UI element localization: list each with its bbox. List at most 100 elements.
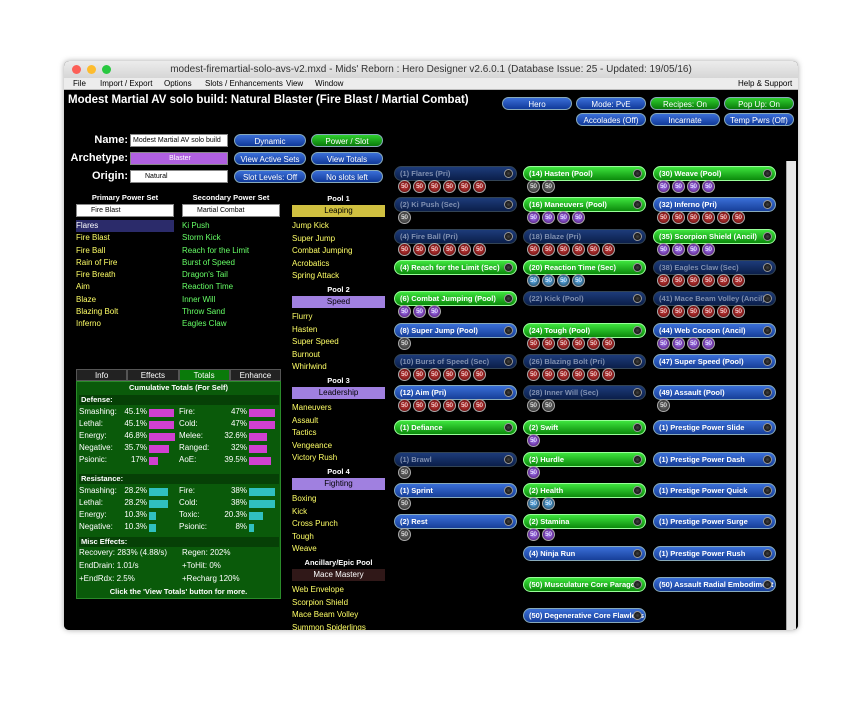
enhancement-icon[interactable]: 50: [602, 336, 615, 350]
power-slot[interactable]: (35) Scorpion Shield (Ancil): [653, 228, 776, 244]
name-input[interactable]: Modest Martial AV solo build: [130, 134, 228, 147]
recipes-button[interactable]: Recipes: On: [650, 97, 720, 110]
primary-power-item[interactable]: Fire Ball: [76, 245, 174, 257]
enhancement-icon[interactable]: 50: [443, 180, 456, 193]
enhancement-icon[interactable]: 50: [398, 528, 411, 542]
accolades-button[interactable]: Accolades (Off): [576, 113, 646, 126]
pool-select[interactable]: Leadership: [292, 387, 385, 399]
slot-toggle-icon[interactable]: [763, 325, 772, 335]
power-slot[interactable]: (1) Defiance: [394, 420, 517, 436]
slot-toggle-icon[interactable]: [633, 388, 642, 398]
enhancement-icon[interactable]: 50: [572, 336, 585, 350]
enhancement-icon[interactable]: 50: [413, 242, 426, 256]
power-slot[interactable]: (4) Fire Ball (Pri): [394, 228, 517, 244]
pool-power-item[interactable]: Summon Spiderlings: [292, 622, 366, 630]
power-slot[interactable]: (28) Inner Will (Sec): [523, 385, 646, 401]
slot-toggle-icon[interactable]: [504, 517, 513, 527]
slot-toggle-icon[interactable]: [763, 169, 772, 178]
power-slot[interactable]: (44) Web Cocoon (Ancil): [653, 322, 776, 338]
pool-power-item[interactable]: Super Speed: [292, 336, 339, 349]
slot-toggle-icon[interactable]: [763, 231, 772, 241]
slot-toggle-icon[interactable]: [763, 517, 772, 527]
pool-power-item[interactable]: Web Envelope: [292, 584, 366, 597]
minimize-button[interactable]: [87, 65, 96, 74]
power-slot[interactable]: (1) Brawl: [394, 451, 517, 467]
pool-power-item[interactable]: Tough: [292, 531, 338, 544]
enhancement-icon[interactable]: 50: [687, 180, 700, 193]
secondary-power-item[interactable]: Reaction Time: [182, 281, 280, 293]
enhancement-icon[interactable]: 50: [687, 211, 700, 225]
power-slot[interactable]: (2) Swift: [523, 420, 646, 436]
enhancement-icon[interactable]: 50: [672, 180, 685, 193]
slot-toggle-icon[interactable]: [633, 548, 642, 558]
enhancement-icon[interactable]: 50: [657, 273, 670, 287]
enhancement-icon[interactable]: 50: [587, 242, 600, 256]
secondary-power-item[interactable]: Storm Kick: [182, 232, 280, 244]
power-slot[interactable]: (47) Super Speed (Pool): [653, 353, 776, 369]
slot-toggle-icon[interactable]: [763, 262, 772, 272]
enhancement-icon[interactable]: 50: [542, 336, 555, 350]
view-totals-button[interactable]: View Totals: [311, 152, 383, 165]
enhancement-icon[interactable]: 50: [672, 336, 685, 350]
pool-power-item[interactable]: Cross Punch: [292, 518, 338, 531]
enhancement-icon[interactable]: 50: [557, 367, 570, 381]
enhancement-icon[interactable]: 50: [443, 367, 456, 381]
enhancement-icon[interactable]: 50: [527, 528, 540, 542]
pool-power-item[interactable]: Scorpion Shield: [292, 597, 366, 610]
pool-power-item[interactable]: Super Jump: [292, 233, 352, 246]
slot-toggle-icon[interactable]: [763, 294, 772, 304]
enhancement-icon[interactable]: 50: [572, 273, 585, 287]
secondary-power-item[interactable]: Ki Push: [182, 220, 280, 232]
pool-select[interactable]: Fighting: [292, 478, 385, 490]
menu-import-export[interactable]: Import / Export: [100, 79, 152, 88]
secondary-power-item[interactable]: Inner Will: [182, 294, 280, 306]
power-slot[interactable]: (1) Flares (Pri): [394, 166, 517, 181]
power-slot[interactable]: (2) Rest: [394, 514, 517, 530]
enhancement-icon[interactable]: 50: [587, 336, 600, 350]
slot-toggle-icon[interactable]: [504, 454, 513, 464]
power-slot[interactable]: (50) Musculature Core Paragon: [523, 576, 646, 592]
enhancement-icon[interactable]: 50: [602, 367, 615, 381]
enhancement-icon[interactable]: 50: [732, 305, 745, 319]
slot-toggle-icon[interactable]: [633, 200, 642, 210]
power-slot[interactable]: (26) Blazing Bolt (Pri): [523, 353, 646, 369]
primary-set-select[interactable]: Fire Blast: [76, 204, 174, 217]
slot-toggle-icon[interactable]: [763, 388, 772, 398]
enhancement-icon[interactable]: 50: [398, 242, 411, 256]
primary-power-item[interactable]: Inferno: [76, 318, 174, 330]
slot-toggle-icon[interactable]: [763, 548, 772, 558]
power-slot[interactable]: (4) Ninja Run: [523, 545, 646, 561]
enhancement-icon[interactable]: 50: [732, 211, 745, 225]
menu-slots[interactable]: Slots / Enhancements: [205, 79, 283, 88]
pool-select[interactable]: Speed: [292, 296, 385, 308]
enhancement-icon[interactable]: 50: [428, 305, 441, 319]
primary-power-item[interactable]: Blazing Bolt: [76, 306, 174, 318]
enhancement-icon[interactable]: 50: [398, 367, 411, 381]
power-slot[interactable]: (50) Degenerative Core Flawless: [523, 608, 646, 624]
enhancement-icon[interactable]: 50: [473, 180, 486, 193]
pool-power-item[interactable]: Spring Attack: [292, 270, 352, 283]
primary-power-item[interactable]: Fire Blast: [76, 232, 174, 244]
power-slot[interactable]: (50) Assault Radial Embodiment: [653, 576, 776, 592]
secondary-power-item[interactable]: Eagles Claw: [182, 318, 280, 330]
enhancement-icon[interactable]: 50: [527, 434, 540, 448]
slot-toggle-icon[interactable]: [504, 356, 513, 366]
secondary-power-item[interactable]: Dragon's Tail: [182, 269, 280, 281]
incarnate-button[interactable]: Incarnate: [650, 113, 720, 126]
enhancement-icon[interactable]: 50: [557, 242, 570, 256]
power-slot[interactable]: (18) Blaze (Pri): [523, 228, 646, 244]
slot-toggle-icon[interactable]: [763, 423, 772, 433]
view-active-sets-button[interactable]: View Active Sets: [234, 152, 306, 165]
enhancement-icon[interactable]: 50: [413, 367, 426, 381]
power-slot[interactable]: (30) Weave (Pool): [653, 166, 776, 181]
enhancement-icon[interactable]: 50: [398, 497, 411, 510]
power-slot[interactable]: (1) Prestige Power Quick: [653, 483, 776, 498]
tab-info[interactable]: Info: [76, 369, 128, 381]
vertical-scrollbar[interactable]: [786, 161, 796, 630]
secondary-set-select[interactable]: Martial Combat: [182, 204, 280, 217]
power-slot[interactable]: (41) Mace Beam Volley (Ancil): [653, 291, 776, 307]
pool-power-item[interactable]: Boxing: [292, 493, 338, 506]
enhancement-icon[interactable]: 50: [657, 180, 670, 193]
enhancement-icon[interactable]: 50: [557, 211, 570, 225]
primary-power-item[interactable]: Flares: [76, 220, 174, 233]
